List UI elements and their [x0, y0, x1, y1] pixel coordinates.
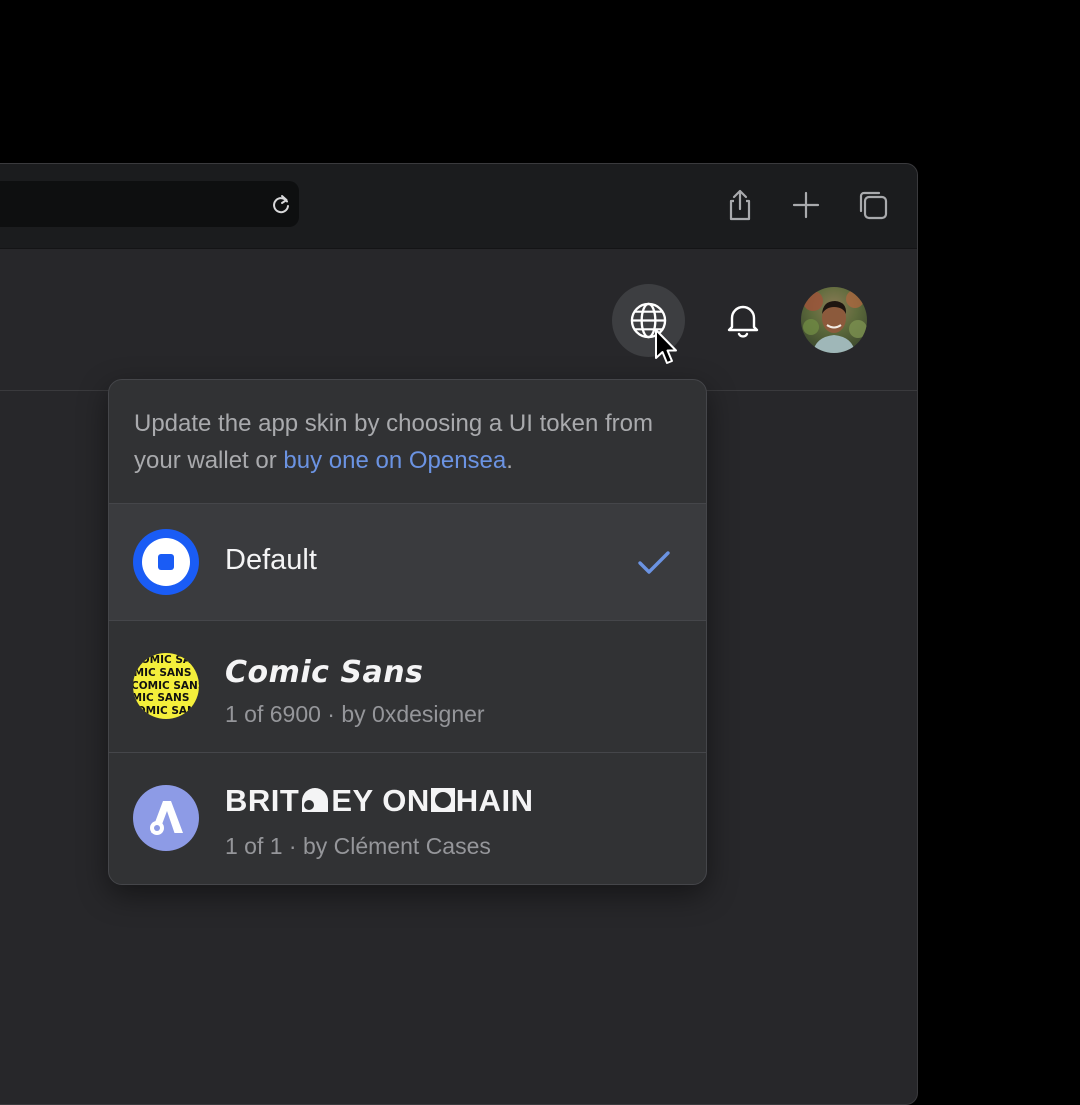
skin-option-subtitle: 1 of 6900 · by 0xdesigner: [225, 701, 485, 727]
half-circle-glyph: [300, 788, 330, 812]
checkmark-icon: [638, 551, 670, 574]
share-icon[interactable]: [723, 188, 757, 222]
skin-intro-text: Update the app skin by choosing a UI tok…: [134, 410, 653, 474]
skin-option-title: Comic Sans: [225, 655, 424, 690]
skin-option-title: BRIT EY ON HAIN: [225, 783, 534, 818]
skin-option-comic-sans[interactable]: COMIC SANS COMIC SANS COMIC SANS COMIC S…: [109, 621, 706, 752]
skin-option-default[interactable]: Default: [109, 504, 706, 620]
app-header: [0, 249, 917, 391]
skin-option-subtitle: 1 of 1 · by Clément Cases: [225, 833, 491, 859]
comic-sans-token-icon: COMIC SANS COMIC SANS COMIC SANS COMIC S…: [133, 653, 199, 719]
skin-option-title: Default: [225, 544, 317, 576]
skin-option-britney-onchain[interactable]: BRIT EY ON HAIN 1 of 1 · by Clément Cases: [109, 753, 706, 884]
mouse-cursor-icon: [655, 329, 677, 364]
square-circle-glyph: [430, 788, 455, 812]
address-bar[interactable]: [0, 181, 299, 227]
bell-icon[interactable]: [723, 300, 763, 340]
britney-onchain-token-icon: [133, 785, 199, 851]
user-avatar[interactable]: [801, 287, 867, 353]
tabs-icon[interactable]: [856, 188, 890, 222]
browser-toolbar: [0, 164, 917, 249]
opensea-link[interactable]: buy one on Opensea: [283, 447, 506, 474]
default-token-icon: [133, 529, 199, 595]
new-tab-plus-icon[interactable]: [789, 188, 823, 222]
reload-icon[interactable]: [269, 192, 293, 216]
skin-selector-dropdown: Update the app skin by choosing a UI tok…: [108, 379, 707, 885]
